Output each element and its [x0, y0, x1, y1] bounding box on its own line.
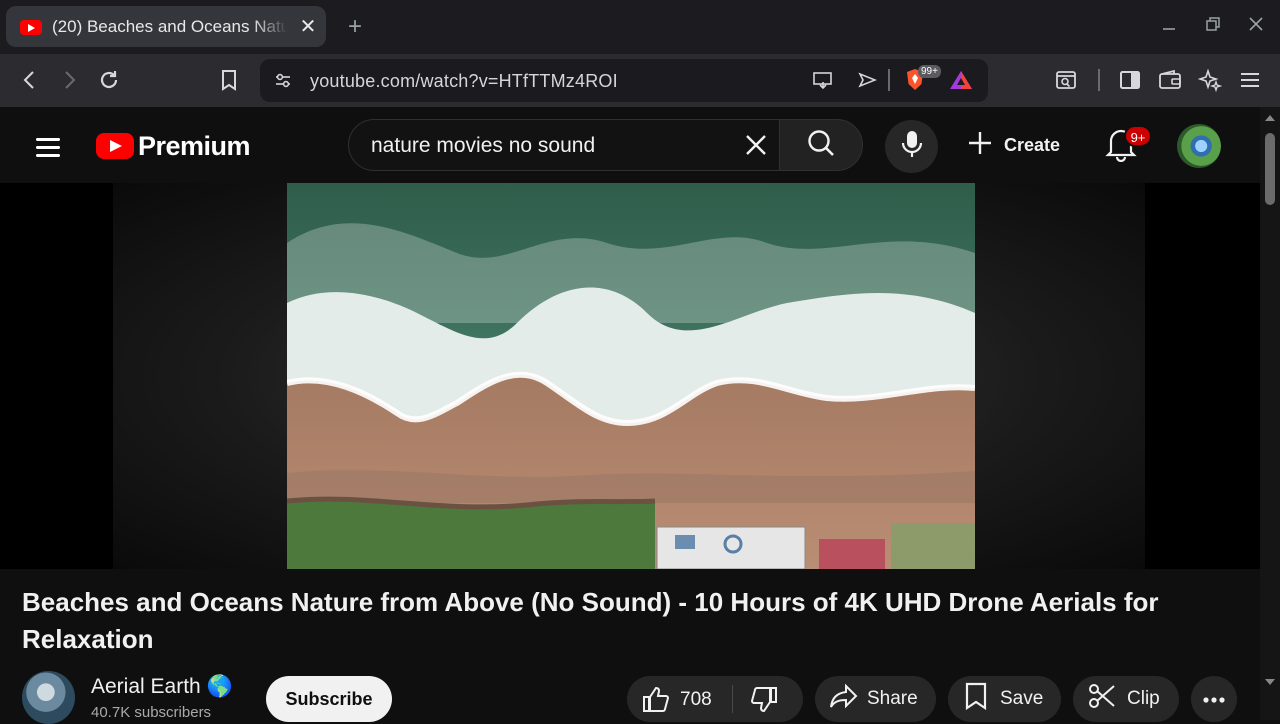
bookmark-icon[interactable]: [211, 62, 247, 98]
scrollbar-thumb[interactable]: [1265, 133, 1275, 205]
wallet-icon[interactable]: [1152, 62, 1188, 98]
new-tab-button[interactable]: +: [342, 14, 368, 40]
shield-count-badge: 99+: [918, 65, 941, 78]
close-window-icon[interactable]: [1243, 14, 1269, 40]
subscribe-button[interactable]: Subscribe: [266, 676, 392, 722]
browser-toolbar: youtube.com/watch?v=HTfTTMz4ROI 99+: [0, 54, 1280, 107]
like-dislike-group: 708: [627, 676, 803, 722]
youtube-favicon: [20, 20, 42, 35]
minimize-icon[interactable]: [1156, 14, 1182, 40]
create-button[interactable]: Create: [966, 127, 1060, 163]
create-label: Create: [1004, 134, 1061, 155]
scroll-up-icon[interactable]: [1265, 115, 1275, 121]
menu-icon[interactable]: [30, 129, 66, 165]
reader-icon[interactable]: [1048, 62, 1084, 98]
like-count[interactable]: 708: [680, 689, 712, 711]
channel-avatar[interactable]: [22, 671, 75, 724]
page-scrollbar[interactable]: [1260, 107, 1280, 720]
dislike-icon[interactable]: [749, 686, 779, 720]
clear-search-icon[interactable]: [743, 132, 769, 158]
avatar[interactable]: [1177, 124, 1221, 168]
channel-name[interactable]: Aerial Earth 🌎: [91, 675, 233, 699]
browser-tab[interactable]: (20) Beaches and Oceans Nature from Abov…: [6, 6, 326, 47]
subscriber-count: 40.7K subscribers: [91, 704, 212, 721]
back-icon[interactable]: [12, 62, 48, 98]
forward-icon[interactable]: [51, 62, 87, 98]
tab-close-icon[interactable]: ✕: [296, 15, 320, 39]
video-player[interactable]: [0, 183, 1260, 569]
send-icon[interactable]: [854, 67, 880, 93]
video-frame[interactable]: [287, 183, 975, 569]
like-icon[interactable]: [641, 685, 671, 719]
search-query: nature movies no sound: [371, 134, 596, 157]
url-text: youtube.com/watch?v=HTfTTMz4ROI: [310, 71, 618, 91]
plus-icon: [966, 129, 994, 162]
like-separator: [732, 685, 733, 713]
share-icon: [829, 682, 859, 716]
restore-icon[interactable]: [1200, 14, 1226, 40]
browser-tab-strip: (20) Beaches and Oceans Nature from Abov…: [0, 0, 1280, 54]
site-settings-icon[interactable]: [270, 67, 296, 93]
save-label: Save: [1000, 688, 1044, 709]
mic-icon: [899, 129, 925, 164]
video-title: Beaches and Oceans Nature from Above (No…: [22, 587, 1159, 654]
clip-button[interactable]: Clip: [1073, 676, 1179, 722]
leo-icon[interactable]: [1192, 62, 1228, 98]
reload-icon[interactable]: [91, 62, 127, 98]
browser-menu-icon[interactable]: [1232, 62, 1268, 98]
search-icon: [806, 128, 836, 163]
voice-search-button[interactable]: [885, 120, 938, 173]
save-icon: [964, 682, 988, 716]
toolbar-separator: [1098, 69, 1100, 91]
sidebar-icon[interactable]: [1112, 62, 1148, 98]
clip-label: Clip: [1127, 688, 1160, 709]
share-label: Share: [867, 688, 918, 709]
notification-badge: 9+: [1124, 125, 1152, 147]
youtube-header: Premium nature movies no sound Create 9+: [0, 107, 1280, 183]
brand-premium[interactable]: Premium: [138, 131, 251, 162]
more-icon: [1202, 688, 1226, 710]
search-button[interactable]: [779, 119, 863, 171]
scissors-icon: [1087, 682, 1117, 716]
tab-title: (20) Beaches and Oceans Nature from Abov…: [52, 17, 288, 36]
save-button[interactable]: Save: [948, 676, 1061, 722]
rewards-icon[interactable]: [948, 67, 974, 93]
search-input[interactable]: nature movies no sound: [348, 119, 780, 171]
url-separator: [888, 69, 890, 91]
address-bar[interactable]: youtube.com/watch?v=HTfTTMz4ROI 99+: [260, 59, 988, 102]
share-button[interactable]: Share: [815, 676, 936, 722]
more-actions-button[interactable]: [1191, 676, 1237, 722]
scroll-down-icon[interactable]: [1265, 679, 1275, 685]
youtube-logo[interactable]: [96, 133, 134, 159]
cast-icon[interactable]: [810, 67, 836, 93]
video-thumbnail-beach: [287, 183, 975, 569]
